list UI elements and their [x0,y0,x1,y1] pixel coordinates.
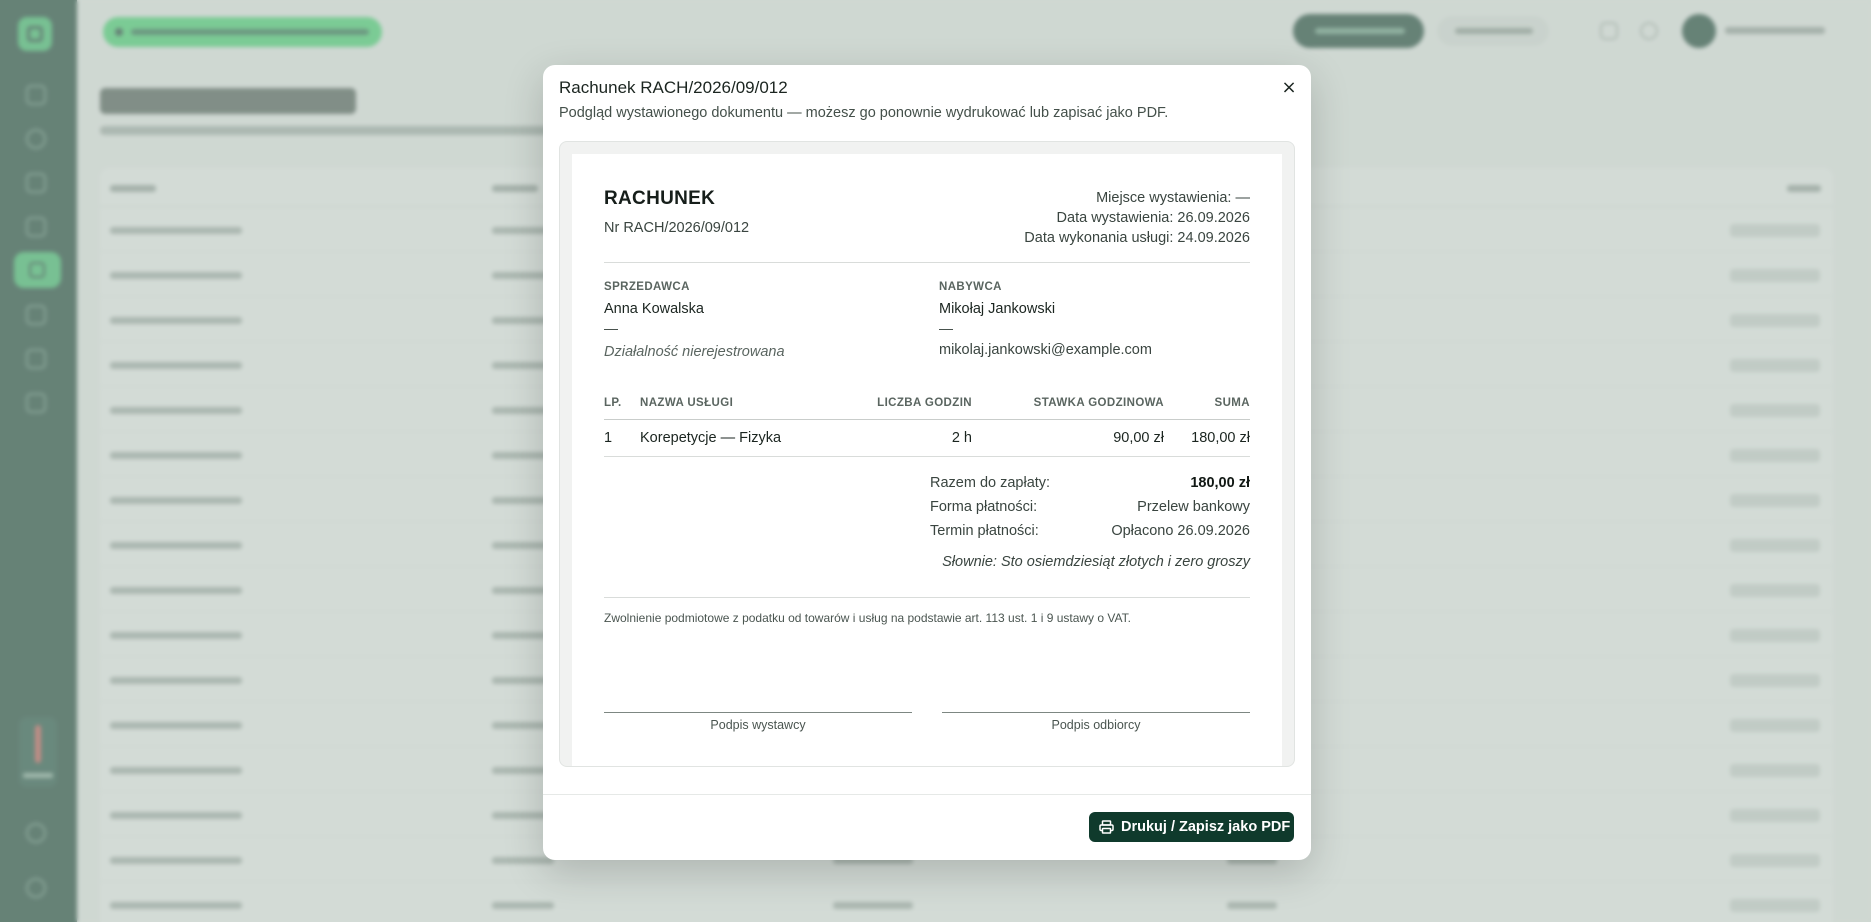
buyer-email: mikolaj.jankowski@example.com [939,342,1152,358]
row-sum: 180,00 zł [1191,430,1250,446]
column-header-sum: SUMA [1214,397,1250,409]
document-number: Nr RACH/2026/09/012 [604,220,750,236]
divider [604,597,1250,598]
column-header-service: NAZWA USŁUGI [640,397,734,409]
print-save-pdf-button[interactable]: Drukuj / Zapisz jako PDF [1089,812,1294,842]
invoice-paper: RACHUNEK Nr RACH/2026/09/012 Miejsce wys… [572,154,1282,766]
payment-due-label: Termin płatności: [930,523,1039,539]
printer-icon [1099,820,1114,834]
column-header-rate: STAWKA GODZINOWA [1033,397,1164,409]
row-lp: 1 [604,430,613,446]
column-header-lp: LP. [604,397,622,409]
divider [604,262,1250,263]
document-preview-frame: RACHUNEK Nr RACH/2026/09/012 Miejsce wys… [559,141,1295,767]
seller-name: Anna Kowalska [604,301,704,317]
invoice-preview-modal: Rachunek RACH/2026/09/012 Podgląd wystaw… [543,65,1311,860]
service-date: Data wykonania usługi: 24.09.2026 [1024,230,1250,246]
amount-in-words: Słownie: Sto osiemdziesiąt złotych i zer… [942,554,1250,570]
seller-label: SPRZEDAWCA [604,281,690,293]
print-button-label: Drukuj / Zapisz jako PDF [1121,819,1291,835]
buyer-label: NABYWCA [939,281,1002,293]
issuer-signature-label: Podpis wystawcy [710,718,806,732]
table-header-divider [604,419,1250,420]
payment-method-value: Przelew bankowy [1137,499,1250,515]
modal-title: Rachunek RACH/2026/09/012 [559,78,788,97]
close-icon[interactable]: × [1278,77,1300,99]
modal-description: Podgląd wystawionego dokumentu — możesz … [559,105,1169,121]
payment-method-label: Forma płatności: [930,499,1038,515]
row-service-name: Korepetycje — Fizyka [640,430,782,446]
document-meta: Miejsce wystawienia: — Data wystawienia:… [1024,188,1250,248]
receiver-signature-label: Podpis odbiorcy [1051,718,1141,732]
vat-exemption-note: Zwolnienie podmiotowe z podatku od towar… [604,611,1131,625]
row-hours: 2 h [951,430,972,446]
column-header-hours: LICZBA GODZIN [877,397,972,409]
seller-address: — [604,320,618,336]
seller-note: Działalność nierejestrowana [604,344,785,360]
total-value: 180,00 zł [1190,475,1250,491]
buyer-address: — [939,320,953,336]
table-row-divider [604,456,1250,457]
document-heading: RACHUNEK [604,188,716,209]
place-of-issue: Miejsce wystawienia: — [1096,190,1250,206]
modal-footer-divider [543,794,1311,795]
issuer-signature-line [604,712,912,713]
receiver-signature-line [942,712,1250,713]
total-label: Razem do zapłaty: [930,475,1051,491]
row-rate: 90,00 zł [1113,430,1164,446]
issue-date: Data wystawienia: 26.09.2026 [1056,210,1250,226]
payment-due-value: Opłacono 26.09.2026 [1111,523,1250,539]
buyer-name: Mikołaj Jankowski [939,301,1056,317]
invoice-document: RACHUNEK Nr RACH/2026/09/012 Miejsce wys… [604,154,1250,766]
